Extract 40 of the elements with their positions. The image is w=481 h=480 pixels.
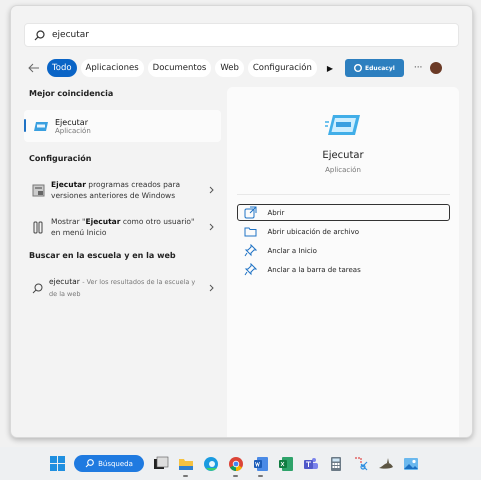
search-icon	[85, 459, 94, 468]
search-icon	[32, 282, 43, 294]
document-icon	[252, 456, 269, 472]
scissors-icon	[352, 456, 369, 472]
program-icon	[32, 184, 45, 196]
people-icon	[302, 456, 319, 472]
chevron-icon	[209, 284, 215, 292]
more-options-button[interactable]: ···	[414, 63, 422, 73]
more-filters-button[interactable]: ▶	[326, 64, 334, 72]
folder-icon	[244, 225, 256, 238]
chevron-icon	[209, 186, 215, 194]
window-icon	[325, 113, 361, 137]
spreadsheet-icon	[278, 456, 294, 472]
browser-icon	[228, 456, 244, 472]
window-icon	[32, 120, 49, 132]
search-icon	[34, 30, 45, 40]
filter-tab[interactable]: Web	[215, 59, 244, 77]
logo-icon	[354, 64, 362, 72]
section-heading: Mejor coincidencia	[28, 88, 114, 100]
open-external-icon	[244, 206, 256, 219]
search-field[interactable]: ejecutar	[24, 23, 459, 47]
chevron-icon	[209, 223, 215, 231]
section-heading: Configuración	[28, 153, 92, 165]
pin-icon	[244, 244, 256, 257]
filter-tab[interactable]: Documentos	[148, 59, 212, 77]
picture-icon	[402, 456, 419, 472]
filter-tab[interactable]: Aplicaciones	[80, 59, 144, 77]
filter-tab[interactable]: Todo	[47, 59, 77, 77]
app-title: Ejecutar	[322, 150, 364, 161]
start-icon[interactable]	[50, 456, 66, 471]
section-heading: Buscar en la escuela y en la web	[28, 250, 177, 262]
pin-icon	[244, 263, 256, 276]
filter-tab[interactable]: Configuración	[248, 59, 317, 77]
browser-icon	[202, 456, 219, 472]
avatar[interactable]	[430, 62, 442, 74]
switch-icon	[32, 220, 45, 234]
back-arrow-icon[interactable]	[28, 63, 40, 73]
item-title: Ejecutar	[55, 118, 89, 126]
search-text: ejecutar	[52, 30, 89, 40]
windows-icon	[152, 456, 169, 472]
